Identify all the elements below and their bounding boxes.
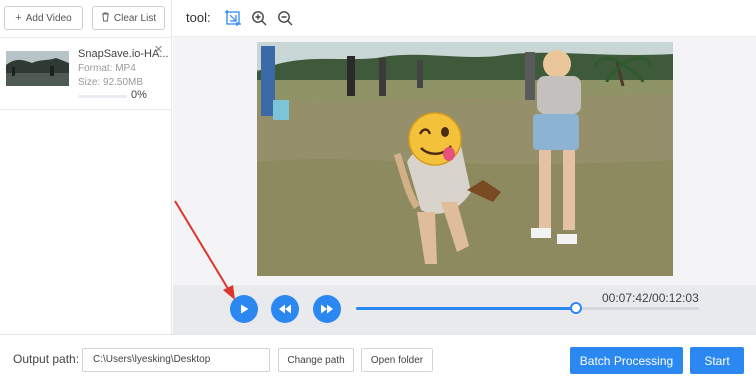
remove-file-close-icon[interactable]: ✕ [154,43,163,56]
batch-processing-button[interactable]: Batch Processing [570,347,683,374]
play-icon [241,304,249,314]
output-path-label: Output path: [13,352,80,366]
rewind-icon [279,304,291,314]
file-size: Size: 92.50MB [78,77,144,88]
video-preview[interactable] [257,42,673,276]
output-path-field[interactable]: C:\Users\lyesking\Desktop [82,348,270,372]
change-path-button[interactable]: Change path [278,348,354,372]
add-video-button[interactable]: + Add Video [4,6,83,30]
zoom-out-icon[interactable] [277,10,293,26]
seek-bar-fill [356,307,576,310]
fast-forward-button[interactable] [313,295,341,323]
zoom-in-icon[interactable] [251,10,267,26]
file-list-toolbar: + Add Video Clear List [0,0,172,38]
playback-time: 00:07:42/00:12:03 [602,291,699,305]
file-format: Format: MP4 [78,63,136,74]
crop-icon[interactable] [225,10,241,26]
trash-icon [101,12,110,25]
file-progress-bar [78,95,127,98]
clear-list-button[interactable]: Clear List [92,6,165,30]
player-controls: 00:07:42/00:12:03 [173,285,756,334]
play-button[interactable] [230,295,258,323]
file-progress-percent: 0% [131,89,147,101]
file-list-panel: + Add Video Clear List SnapSave.io-HA...… [0,0,172,334]
fast-forward-icon [321,304,333,314]
seek-handle[interactable] [569,302,582,314]
output-bar: Output path: C:\Users\lyesking\Desktop C… [0,334,756,381]
plus-icon: + [15,12,22,24]
editor-toolbar: tool: [173,0,756,37]
file-list-item[interactable]: SnapSave.io-HA... ✕ Format: MP4 Size: 92… [0,40,171,110]
add-video-label: Add Video [25,12,72,24]
seek-bar[interactable] [356,302,699,314]
rewind-button[interactable] [271,295,299,323]
start-button[interactable]: Start [690,347,744,374]
video-canvas [173,37,756,285]
tool-label: tool: [186,10,211,25]
open-folder-button[interactable]: Open folder [361,348,433,372]
video-thumbnail [6,51,69,86]
clear-list-label: Clear List [113,12,157,24]
